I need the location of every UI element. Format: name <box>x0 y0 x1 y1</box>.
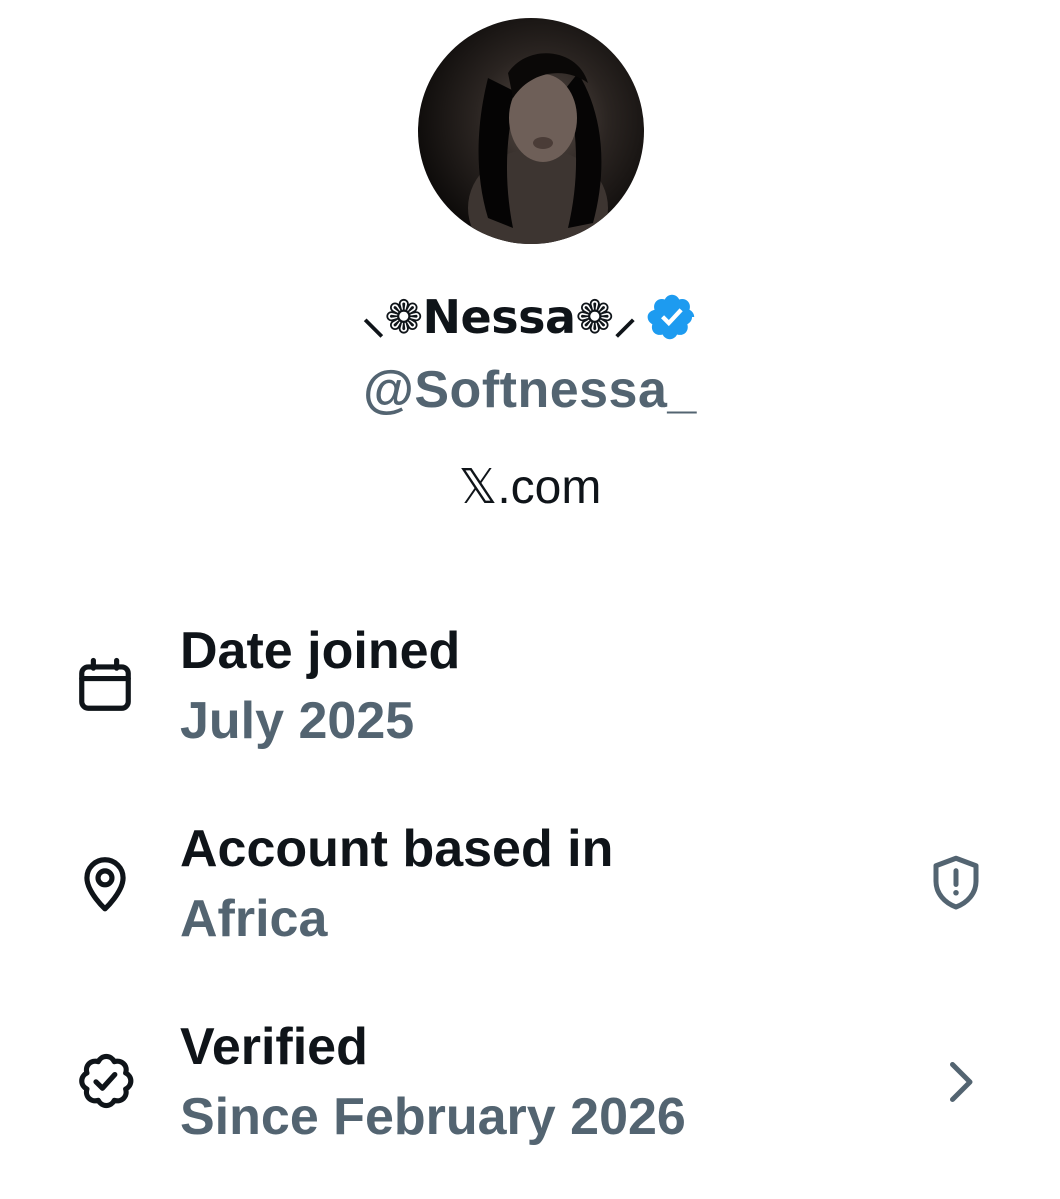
calendar-icon <box>74 654 136 716</box>
site-label: 𝕏.com <box>458 461 602 514</box>
display-name: ⸜❁Nessa❁⸝ <box>361 290 637 344</box>
username-handle: @Softnessa_ <box>363 361 697 419</box>
chevron-right-icon[interactable] <box>930 1052 990 1112</box>
location-pin-icon <box>74 852 136 914</box>
verified-value: Since February 2026 <box>180 1088 686 1146</box>
verified-title: Verified <box>180 1018 368 1076</box>
account-based-in-title: Account based in <box>180 820 614 878</box>
shield-alert-icon[interactable] <box>926 852 986 912</box>
name-row: ⸜❁Nessa❁⸝ <box>0 282 1060 352</box>
account-based-in-row[interactable]: Account based in Africa <box>0 818 1060 958</box>
avatar[interactable] <box>418 18 644 244</box>
verified-outline-icon <box>74 1050 136 1112</box>
profile-photo <box>468 53 608 244</box>
verified-row[interactable]: Verified Since February 2026 <box>0 1016 1060 1156</box>
verified-badge-icon[interactable] <box>646 291 698 343</box>
date-joined-row: Date joined July 2025 <box>0 620 1060 760</box>
account-based-in-value: Africa <box>180 890 328 948</box>
date-joined-title: Date joined <box>180 622 461 680</box>
date-joined-value: July 2025 <box>180 692 415 750</box>
